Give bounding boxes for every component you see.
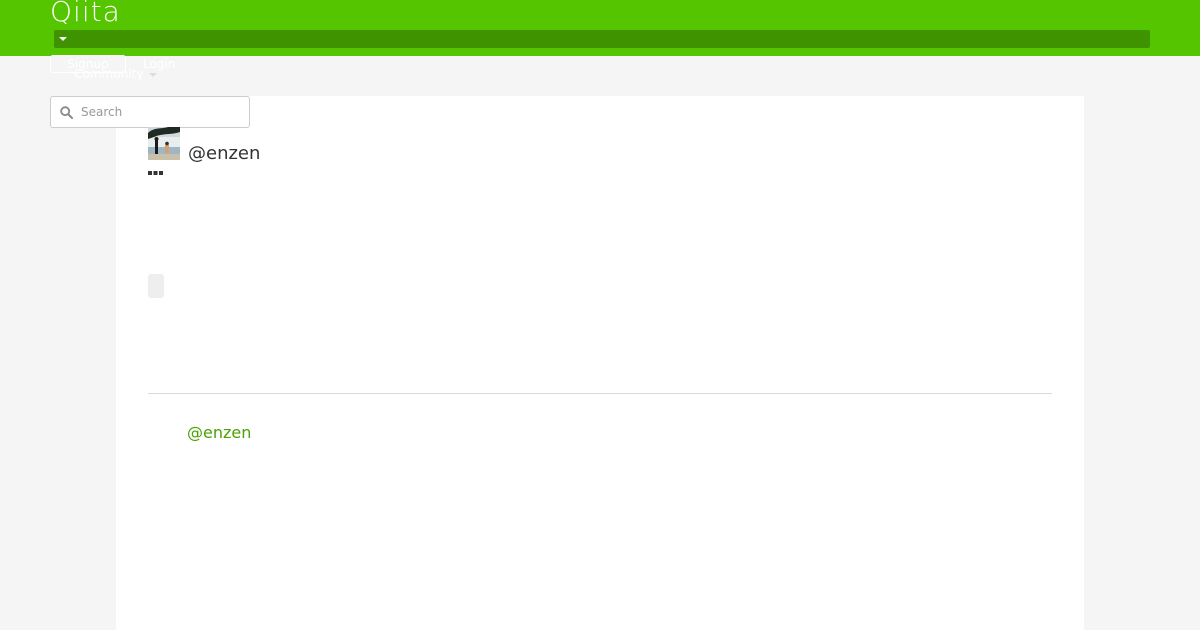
author-avatar[interactable] <box>148 127 180 160</box>
author-handle-title[interactable]: @enzen <box>188 142 260 166</box>
section-divider <box>148 393 1052 394</box>
qiita-logo[interactable]: Qiita <box>50 0 121 24</box>
global-menu-bar[interactable] <box>54 30 1150 48</box>
search-icon <box>60 106 73 119</box>
more-icon[interactable] <box>148 170 164 176</box>
search-box[interactable] <box>50 96 250 128</box>
community-label: Community <box>74 67 144 81</box>
main-content-card <box>116 96 1084 630</box>
caret-down-icon[interactable] <box>59 37 67 41</box>
tag-placeholder <box>148 274 164 298</box>
site-header: Qiita <box>0 0 1200 56</box>
author-profile-link[interactable]: @enzen <box>187 422 251 444</box>
community-dropdown[interactable]: Community <box>74 66 158 82</box>
avatar-photo <box>148 127 180 160</box>
search-input[interactable] <box>81 97 241 127</box>
chevron-down-icon <box>149 72 158 77</box>
